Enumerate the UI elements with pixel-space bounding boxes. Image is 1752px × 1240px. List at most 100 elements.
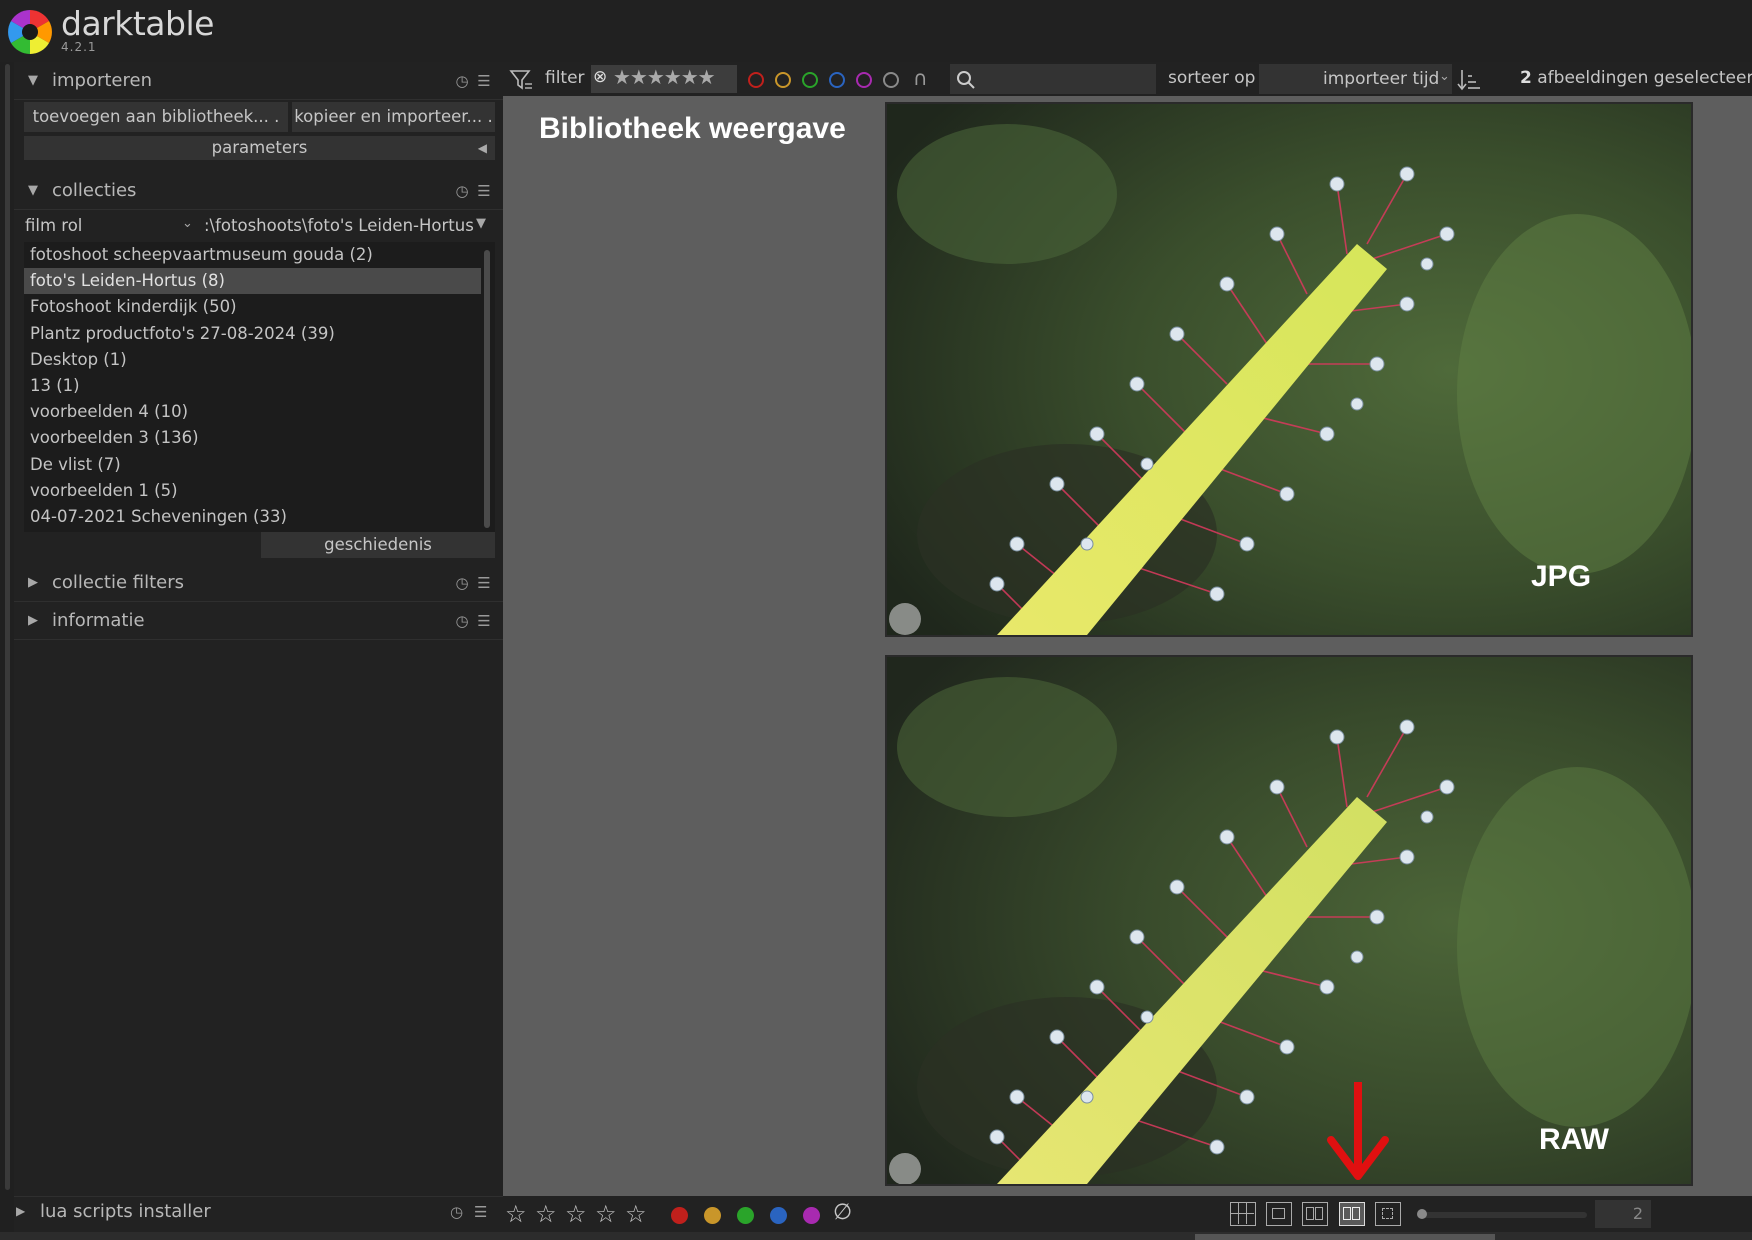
photo-label-raw: RAW — [1539, 1123, 1609, 1156]
sort-value: importeer tijd — [1323, 69, 1440, 89]
zoom-slider-handle[interactable] — [1417, 1209, 1427, 1219]
collection-item-selected[interactable]: foto's Leiden-Hortus (8) — [24, 268, 481, 295]
zoom-count-input[interactable]: 2 — [1595, 1200, 1651, 1228]
gray-label-filter-icon[interactable] — [883, 72, 899, 88]
reset-icon[interactable]: ◷ — [451, 72, 473, 90]
star-3-icon[interactable]: ☆ — [565, 1200, 587, 1228]
expand-down-icon: ▼ — [28, 183, 38, 198]
collection-item[interactable]: 13 (1) — [24, 373, 495, 399]
collection-item[interactable]: De vlist (7) — [24, 452, 495, 478]
module-header-collections[interactable]: ▼ collecties ◷ ☰ — [14, 172, 503, 210]
zoomable-layout-icon[interactable] — [1266, 1202, 1292, 1226]
darktable-window: darktable 4.2.1 ▼ importeren ◷ ☰ toevoeg… — [0, 0, 1752, 1240]
yellow-label-filter-icon[interactable] — [775, 72, 791, 88]
blue-label-icon[interactable] — [770, 1207, 787, 1224]
blue-label-filter-icon[interactable] — [829, 72, 845, 88]
module-header-import[interactable]: ▼ importeren ◷ ☰ — [14, 62, 503, 100]
collapse-left-icon: ◀ — [477, 141, 487, 155]
reject-icon[interactable]: ∅ — [833, 1200, 852, 1225]
red-label-filter-icon[interactable] — [748, 72, 764, 88]
star-5-icon[interactable]: ☆ — [625, 1200, 647, 1228]
star-rating-icons[interactable]: ★★★★★★ — [613, 65, 716, 89]
collection-item[interactable]: 04-07-2021 Scheveningen (33) — [24, 504, 495, 530]
reject-circle-icon[interactable]: ⊗ — [593, 67, 607, 87]
left-panel-collapse-handle[interactable] — [5, 64, 10, 1190]
culling-layout-icon[interactable] — [1302, 1202, 1328, 1226]
presets-icon[interactable]: ☰ — [473, 574, 495, 592]
photo-thumbnail-jpg[interactable]: JPG — [885, 102, 1693, 637]
reset-icon[interactable]: ◷ — [451, 182, 473, 200]
sundew-plant-photo — [887, 104, 1691, 635]
sort-order-icon[interactable] — [1457, 68, 1481, 92]
add-to-library-button[interactable]: toevoegen aan bibliotheek... . — [24, 102, 288, 132]
copy-and-import-button[interactable]: kopieer en importeer... . — [292, 102, 495, 132]
module-header-lua-scripts[interactable]: ▶ lua scripts installer ◷ ☰ — [14, 1196, 503, 1232]
module-title: collecties — [52, 180, 137, 201]
collection-item[interactable]: voorbeelden 4 (10) — [24, 399, 495, 425]
star-4-icon[interactable]: ☆ — [595, 1200, 617, 1228]
dropdown-triangle-icon[interactable]: ▼ — [476, 216, 486, 231]
module-title: informatie — [52, 610, 145, 631]
reset-icon[interactable]: ◷ — [451, 574, 473, 592]
presets-icon[interactable]: ☰ — [474, 1203, 487, 1221]
rating-filter[interactable]: ⊗ ★★★★★★ — [591, 65, 737, 93]
filemanager-layout-icon[interactable] — [1230, 1202, 1256, 1226]
collection-item[interactable]: Desktop (1) — [24, 347, 495, 373]
sort-select[interactable]: importeer tijd ⌄ — [1259, 64, 1452, 94]
intersection-icon[interactable]: ∩ — [913, 66, 928, 90]
purple-label-filter-icon[interactable] — [856, 72, 872, 88]
expand-down-icon: ▼ — [28, 73, 38, 88]
reset-icon[interactable]: ◷ — [450, 1203, 463, 1221]
collection-item[interactable]: fotoshoot scheepvaartmuseum gouda (2) — [24, 242, 495, 268]
header: darktable 4.2.1 — [0, 0, 1752, 62]
preview-layout-icon[interactable] — [1375, 1202, 1401, 1226]
presets-icon[interactable]: ☰ — [473, 72, 495, 90]
red-label-icon[interactable] — [671, 1207, 688, 1224]
collection-list-scrollbar[interactable] — [484, 250, 490, 528]
purple-label-icon[interactable] — [803, 1207, 820, 1224]
bottom-toolbar: ☆ ☆ ☆ ☆ ☆ ∅ 2 — [503, 1196, 1752, 1232]
selection-count: 2 afbeeldingen geselecteerd — [1520, 68, 1752, 88]
collection-item[interactable]: Plantz productfoto's 27-08-2024 (39) — [24, 321, 495, 347]
collection-rule-row: film rol ⌄ :\fotoshoots\foto's Leiden-Ho… — [14, 212, 503, 242]
green-label-filter-icon[interactable] — [802, 72, 818, 88]
search-input[interactable] — [950, 64, 1156, 94]
collection-item[interactable]: Fotoshoot kinderdijk (50) — [24, 294, 495, 320]
left-panel: ▼ importeren ◷ ☰ toevoegen aan bibliothe… — [14, 62, 503, 1202]
darktable-logo — [8, 10, 52, 54]
star-1-icon[interactable]: ☆ — [505, 1200, 527, 1228]
filter-icon[interactable] — [509, 68, 533, 92]
app-version: 4.2.1 — [61, 40, 97, 54]
search-icon — [957, 71, 975, 89]
collection-item[interactable]: voorbeelden 3 (136) — [24, 425, 495, 451]
yellow-label-icon[interactable] — [704, 1207, 721, 1224]
culling-dynamic-layout-icon[interactable] — [1339, 1202, 1365, 1226]
lighttable-canvas: Bibliotheek weergave JPG RAW — [503, 96, 1752, 1196]
photo-label-jpg: JPG — [1531, 560, 1592, 593]
module-title: collectie filters — [52, 572, 184, 593]
zoom-slider[interactable] — [1417, 1212, 1587, 1218]
chevron-down-icon: ⌄ — [1439, 69, 1450, 84]
reset-icon[interactable]: ◷ — [451, 612, 473, 630]
parameters-button[interactable]: parameters ◀ — [24, 136, 495, 160]
star-2-icon[interactable]: ☆ — [535, 1200, 557, 1228]
expand-right-icon: ▶ — [28, 575, 38, 590]
presets-icon[interactable]: ☰ — [473, 182, 495, 200]
collection-value-input[interactable]: :\fotoshoots\foto's Leiden-Hortus — [204, 216, 474, 235]
module-header-information[interactable]: ▶ informatie ◷ ☰ — [14, 602, 503, 640]
collection-property-select[interactable]: film rol — [25, 216, 82, 235]
module-header-collection-filters[interactable]: ▶ collectie filters ◷ ☰ — [14, 564, 503, 602]
sort-label: sorteer op — [1168, 68, 1256, 88]
collection-list: fotoshoot scheepvaartmuseum gouda (2) fo… — [24, 242, 495, 532]
presets-icon[interactable]: ☰ — [473, 612, 495, 630]
photo-thumbnail-raw[interactable]: RAW — [885, 655, 1693, 1186]
collection-item[interactable]: voorbeelden 1 (5) — [24, 478, 495, 504]
filmstrip-handle[interactable] — [1195, 1234, 1495, 1240]
chevron-down-icon[interactable]: ⌄ — [182, 216, 193, 231]
expand-right-icon: ▶ — [16, 1204, 26, 1218]
module-title: importeren — [52, 70, 152, 91]
filter-toolbar: filter ⊗ ★★★★★★ ∩ sorteer op importeer t… — [503, 62, 1752, 96]
selected-count-text: afbeeldingen geselecteerd — [1537, 68, 1752, 88]
history-button[interactable]: geschiedenis — [261, 532, 495, 558]
green-label-icon[interactable] — [737, 1207, 754, 1224]
